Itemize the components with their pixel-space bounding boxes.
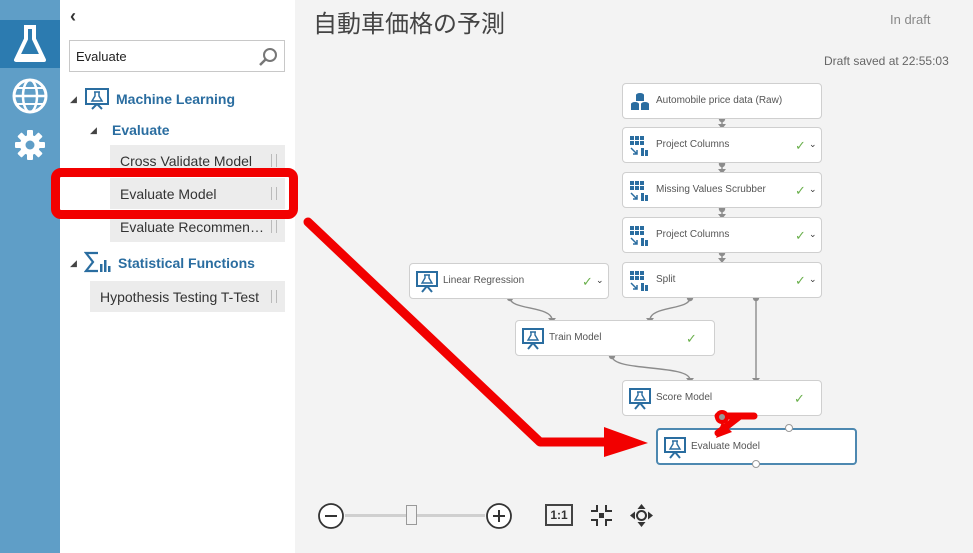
node-label: Train Model: [549, 332, 602, 343]
subcategory-label: Evaluate: [112, 122, 170, 138]
success-check-icon: ✓: [582, 274, 593, 289]
node-label: Score Model: [656, 392, 713, 403]
module-label: Hypothesis Testing T-Test: [100, 288, 260, 305]
module-label: Cross Validate Model: [120, 152, 253, 169]
node-project-columns-2[interactable]: Project Columns ✓ ⌄: [622, 217, 822, 253]
experiment-title[interactable]: 自動車価格の予測: [313, 4, 505, 39]
highlight-box: [51, 168, 298, 219]
module-label: Evaluate Recommen…: [120, 218, 264, 235]
node-missing-values-scrubber[interactable]: Missing Values Scrubber ✓ ⌄: [622, 172, 822, 208]
expand-triangle-icon[interactable]: ◢: [70, 94, 82, 105]
node-menu-caret-icon[interactable]: ⌄: [809, 229, 817, 240]
expand-triangle-icon[interactable]: ◢: [90, 125, 102, 136]
node-label: Evaluate Model: [691, 441, 760, 452]
category-machine-learning[interactable]: ◢ Machine Learning: [70, 88, 235, 110]
node-label: Project Columns: [656, 139, 730, 150]
draft-saved-timestamp: Draft saved at 22:55:03: [824, 54, 949, 68]
grid-icon: [630, 181, 648, 201]
model-icon: [629, 388, 651, 410]
node-train-model[interactable]: Train Model ✓: [515, 320, 715, 356]
category-label: Statistical Functions: [118, 255, 255, 271]
grid-icon: [630, 226, 648, 246]
node-project-columns-1[interactable]: Project Columns ✓ ⌄: [622, 127, 822, 163]
model-icon: [416, 271, 438, 293]
module-palette: [60, 0, 295, 553]
node-linear-regression[interactable]: Linear Regression ✓ ⌄: [409, 263, 609, 299]
node-menu-caret-icon[interactable]: ⌄: [809, 184, 817, 195]
grid-icon: [630, 136, 648, 156]
fit-to-screen-icon[interactable]: [589, 503, 614, 528]
node-menu-caret-icon[interactable]: ⌄: [809, 139, 817, 150]
node-label: Project Columns: [656, 229, 730, 240]
category-label: Machine Learning: [116, 91, 236, 107]
node-menu-caret-icon[interactable]: ⌄: [596, 275, 604, 286]
model-icon: [522, 328, 544, 350]
drag-grip-icon[interactable]: [271, 290, 277, 303]
category-statistical-functions[interactable]: ◢ Statistical Functions: [70, 251, 255, 275]
draft-status: In draft: [890, 12, 931, 27]
node-split[interactable]: Split ✓ ⌄: [622, 262, 822, 298]
sigma-chart-icon: [84, 251, 111, 273]
success-check-icon: ✓: [795, 138, 806, 153]
success-check-icon: ✓: [686, 331, 697, 346]
node-label: Missing Values Scrubber: [656, 184, 766, 195]
settings-nav-button[interactable]: [0, 121, 60, 169]
palette-search-box: [69, 40, 285, 72]
palette-search-input[interactable]: [76, 46, 256, 66]
drag-grip-icon[interactable]: [271, 220, 277, 233]
node-label: Automobile price data (Raw): [656, 95, 783, 106]
actual-size-button[interactable]: 1:1: [545, 504, 573, 526]
module-hypothesis-testing[interactable]: Hypothesis Testing T-Test: [90, 281, 285, 312]
dataset-icon: [631, 93, 649, 110]
node-label: Linear Regression: [443, 275, 525, 286]
node-evaluate-model[interactable]: Evaluate Model: [656, 428, 857, 465]
drag-grip-icon[interactable]: [271, 154, 277, 167]
success-check-icon: ✓: [795, 228, 806, 243]
node-menu-caret-icon[interactable]: ⌄: [809, 274, 817, 285]
pan-move-icon[interactable]: [629, 503, 654, 528]
web-services-nav-button[interactable]: [0, 72, 60, 120]
model-icon: [664, 437, 686, 459]
node-automobile-price-data[interactable]: Automobile price data (Raw): [622, 83, 822, 119]
left-nav-rail: [0, 0, 60, 553]
search-icon[interactable]: [258, 47, 278, 67]
zoom-slider-thumb[interactable]: [406, 505, 418, 525]
success-check-icon: ✓: [795, 273, 806, 288]
grid-icon: [630, 271, 648, 291]
success-check-icon: ✓: [794, 391, 805, 406]
node-score-model[interactable]: Score Model ✓: [622, 380, 822, 416]
globe-icon: [12, 78, 48, 114]
zoom-in-button[interactable]: [485, 502, 513, 530]
flask-icon: [14, 25, 46, 62]
node-label: Split: [656, 274, 676, 285]
subcategory-evaluate[interactable]: ◢ Evaluate: [90, 122, 170, 138]
experiments-nav-button[interactable]: [0, 20, 60, 68]
collapse-palette-button[interactable]: ‹: [70, 6, 76, 27]
expand-triangle-icon[interactable]: ◢: [70, 258, 82, 269]
zoom-out-button[interactable]: [317, 502, 345, 530]
success-check-icon: ✓: [795, 183, 806, 198]
gear-icon: [15, 130, 45, 160]
machine-learning-icon: [85, 88, 109, 110]
